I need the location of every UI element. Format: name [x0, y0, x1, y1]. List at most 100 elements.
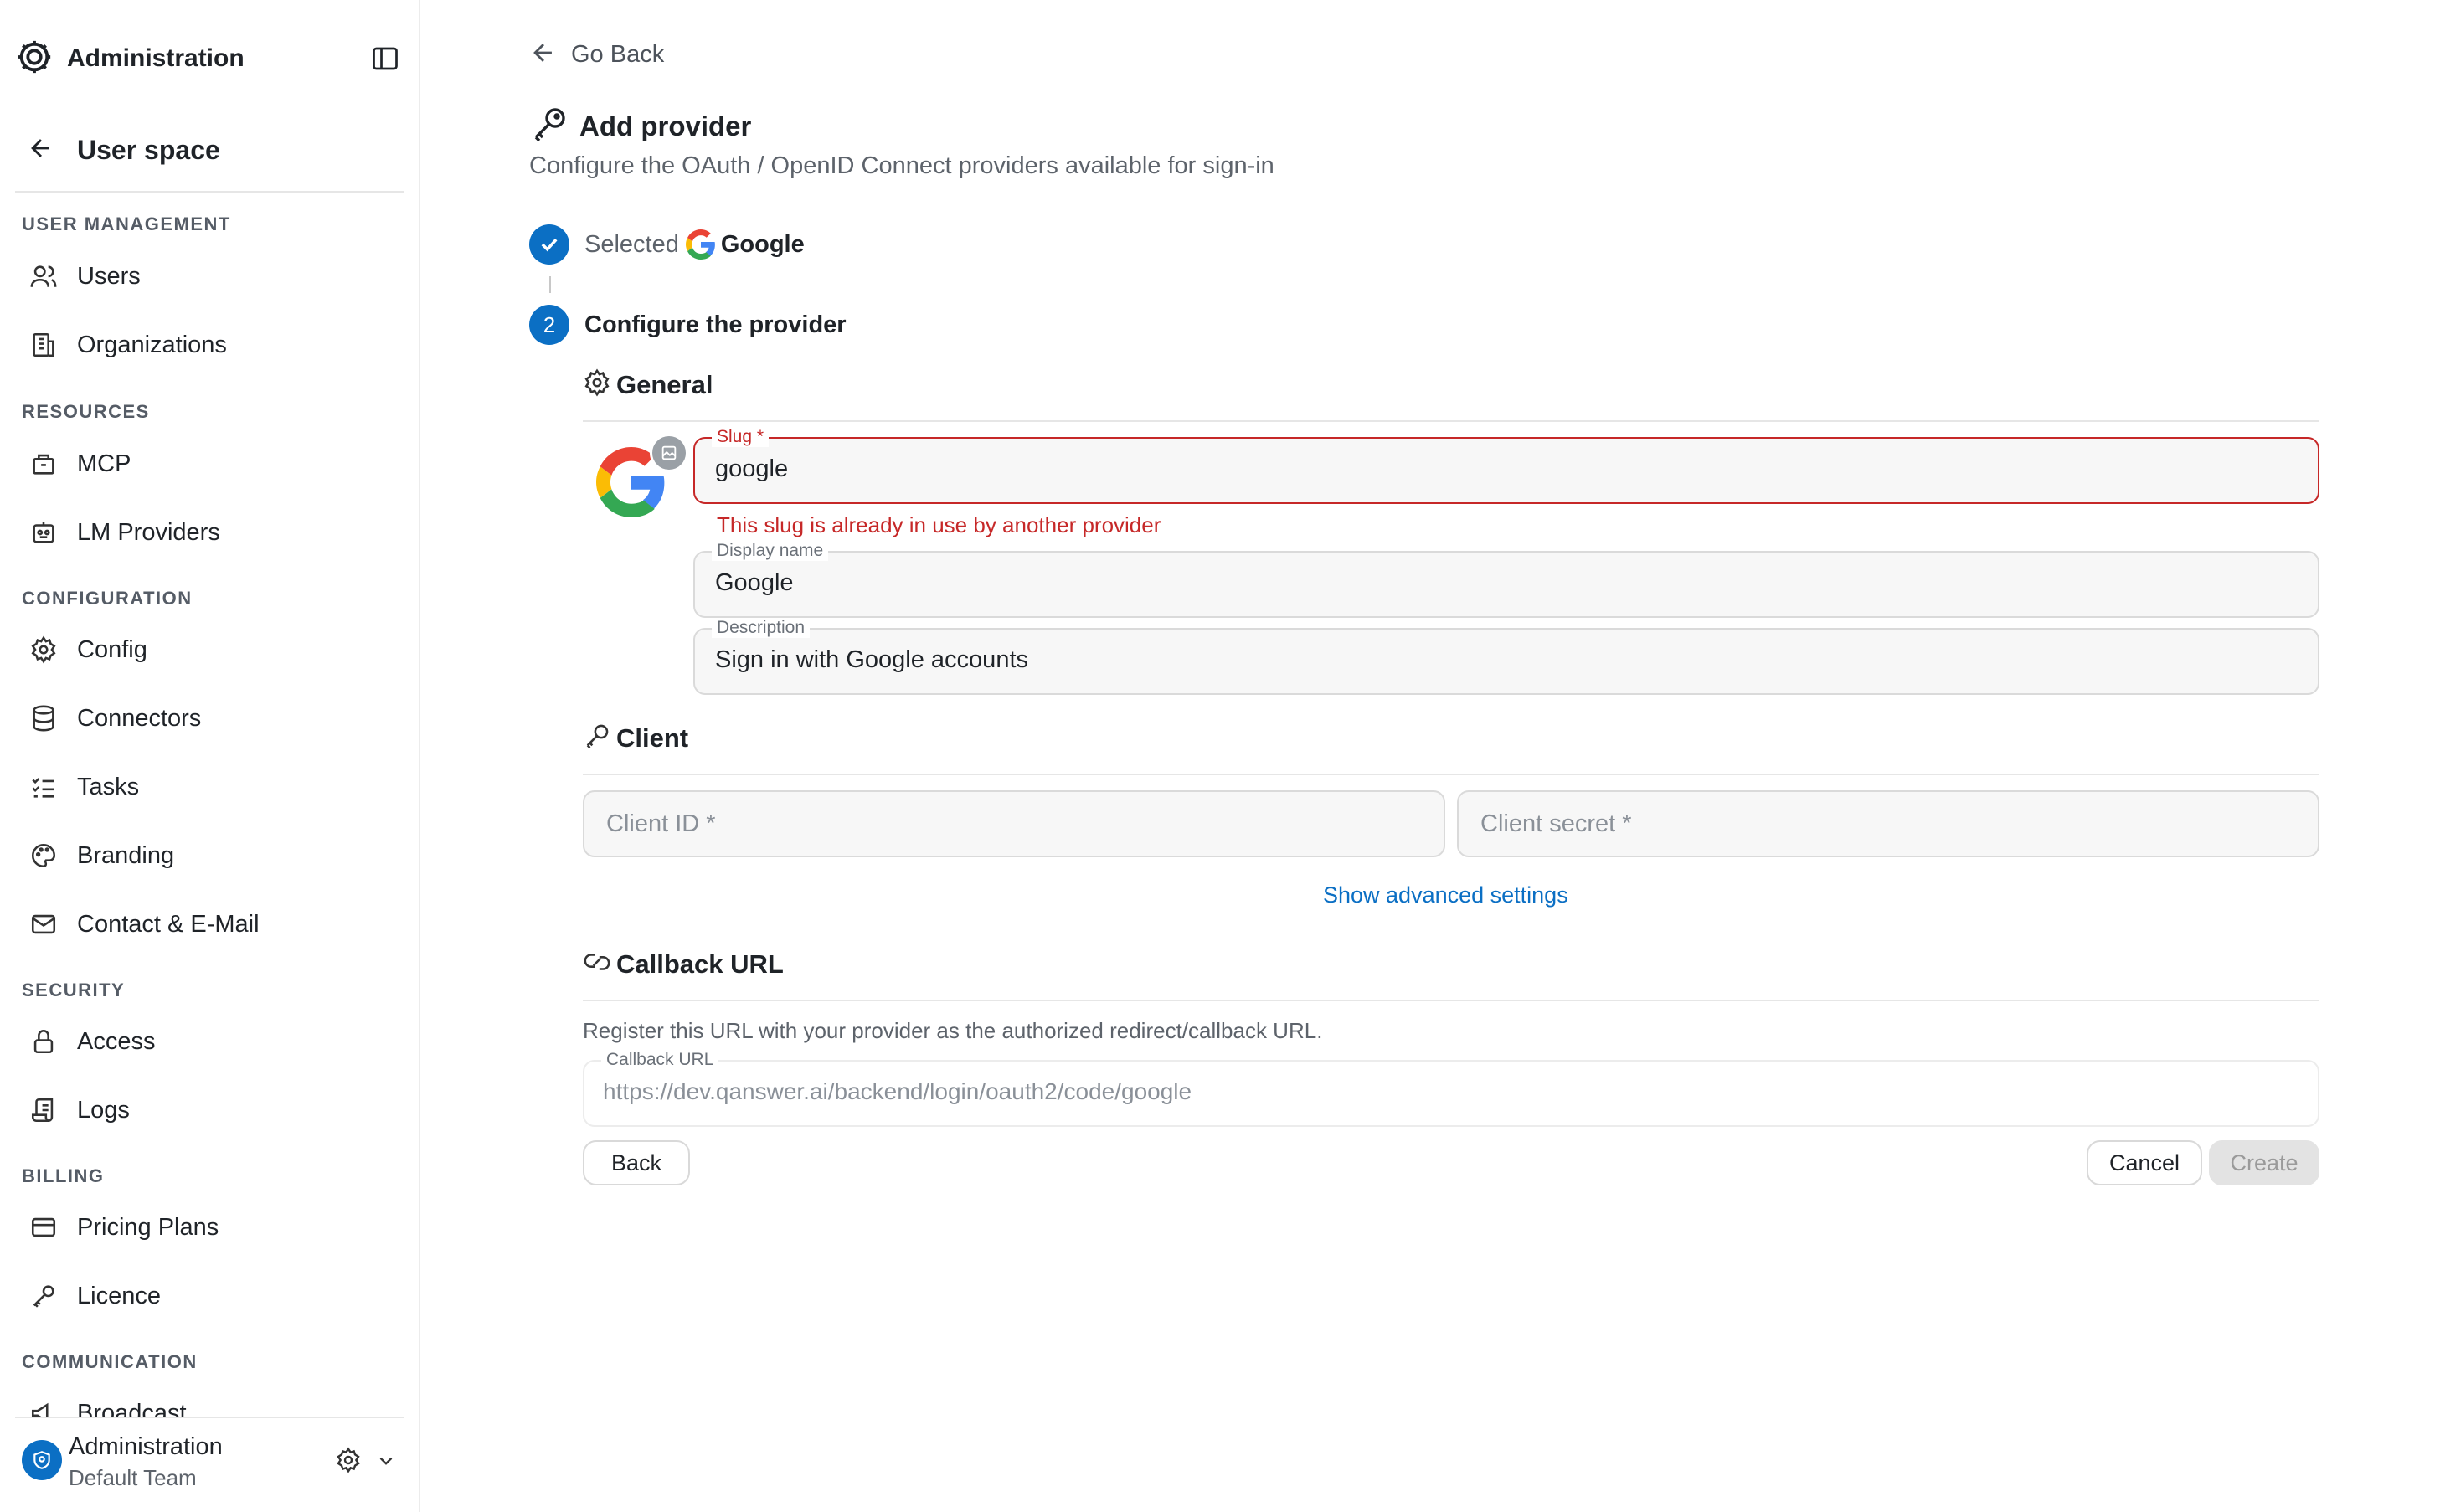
bot-icon	[27, 516, 60, 549]
sidebar-header: Administration	[15, 35, 400, 82]
step-configure-label: Configure the provider	[584, 311, 847, 338]
sidebar-item-users[interactable]: Users	[27, 253, 141, 300]
sidebar-item-branding[interactable]: Branding	[27, 832, 174, 879]
step-configure: 2 Configure the provider	[529, 305, 847, 345]
callback-url-field[interactable]: Callback URL https://dev.qanswer.ai/back…	[583, 1050, 2319, 1127]
sidebar-item-licence[interactable]: Licence	[27, 1273, 161, 1319]
check-icon	[529, 224, 569, 265]
sidebar-item-label: Contact & E-Mail	[77, 910, 260, 938]
key-icon	[583, 722, 611, 754]
description-label: Description	[712, 618, 811, 638]
sidebar-title: Administration	[67, 44, 245, 72]
display-name-value: Google	[715, 569, 794, 596]
callback-url-value: https://dev.qanswer.ai/backend/login/oau…	[603, 1078, 1192, 1104]
key-icon	[27, 1279, 60, 1313]
section-client: Client	[583, 722, 688, 754]
step-selected[interactable]: Selected Google	[529, 224, 805, 265]
sidebar-item-pricing-plans[interactable]: Pricing Plans	[27, 1204, 219, 1251]
link-icon	[583, 948, 611, 980]
sidebar-item-logs[interactable]: Logs	[27, 1087, 130, 1134]
main-content: Go Back Add provider Configure the OAuth…	[420, 0, 2440, 1512]
sidebar-item-label: Organizations	[77, 331, 227, 358]
section-callback-title: Callback URL	[616, 949, 784, 979]
section-security: SECURITY	[22, 980, 126, 1000]
key-icon	[529, 104, 569, 148]
client-secret-placeholder: Client secret *	[1480, 810, 1632, 837]
divider	[15, 191, 404, 193]
section-general: General	[583, 368, 713, 401]
sidebar-item-label: Users	[77, 262, 141, 290]
client-id-input[interactable]: Client ID *	[583, 790, 1445, 857]
section-callback: Callback URL	[583, 948, 784, 980]
arrow-left-icon	[529, 39, 558, 71]
sidebar-item-organizations[interactable]: Organizations	[27, 321, 227, 368]
client-id-placeholder: Client ID *	[606, 810, 716, 837]
slug-label: Slug *	[712, 427, 770, 447]
sidebar-item-contact-email[interactable]: Contact & E-Mail	[27, 901, 260, 948]
divider	[583, 774, 2319, 775]
settings-gear-icon[interactable]	[335, 1447, 362, 1478]
sidebar-item-connectors[interactable]: Connectors	[27, 695, 201, 742]
image-edit-icon[interactable]	[650, 434, 688, 472]
sidebar-item-access[interactable]: Access	[27, 1018, 155, 1065]
sidebar-item-label: MCP	[77, 450, 131, 477]
sidebar-toggle-icon[interactable]	[370, 44, 400, 74]
mail-icon	[27, 908, 60, 941]
go-back-link[interactable]: Go Back	[529, 39, 664, 71]
section-communication: COMMUNICATION	[22, 1351, 198, 1372]
description-value: Sign in with Google accounts	[715, 646, 1028, 673]
create-button[interactable]: Create	[2209, 1140, 2319, 1185]
google-logo-icon	[685, 229, 716, 260]
divider	[583, 420, 2319, 422]
team-name: Default Team	[69, 1465, 197, 1490]
chevron-down-icon[interactable]	[375, 1450, 397, 1476]
sidebar-item-label: Pricing Plans	[77, 1213, 219, 1241]
callback-description: Register this URL with your provider as …	[583, 1018, 1323, 1043]
database-icon	[27, 702, 60, 735]
arrow-left-icon	[27, 134, 55, 167]
cancel-button[interactable]: Cancel	[2087, 1140, 2202, 1185]
description-field[interactable]: Description Sign in with Google accounts	[693, 618, 2319, 695]
display-name-field[interactable]: Display name Google	[693, 541, 2319, 618]
back-to-user-space[interactable]: User space	[27, 134, 220, 167]
sidebar-item-config[interactable]: Config	[27, 626, 147, 673]
sidebar-item-label: LM Providers	[77, 518, 220, 546]
section-configuration: CONFIGURATION	[22, 588, 193, 609]
slug-field[interactable]: Slug * google	[693, 427, 2319, 504]
sidebar-item-label: Connectors	[77, 704, 202, 732]
back-label: User space	[77, 135, 220, 165]
users-icon	[27, 260, 60, 293]
sidebar-item-mcp[interactable]: MCP	[27, 440, 131, 487]
sidebar-item-label: Tasks	[77, 773, 140, 800]
sidebar-item-tasks[interactable]: Tasks	[27, 764, 139, 810]
sidebar-item-label: Branding	[77, 841, 175, 869]
step-selected-label: Selected	[584, 230, 679, 258]
page-subtitle: Configure the OAuth / OpenID Connect pro…	[529, 152, 1274, 179]
show-advanced-settings-link[interactable]: Show advanced settings	[1323, 882, 1568, 908]
team-avatar-shield-icon	[22, 1440, 62, 1480]
sidebar-item-label: Licence	[77, 1282, 161, 1309]
sidebar-item-label: Config	[77, 635, 147, 663]
sidebar-item-lm-providers[interactable]: LM Providers	[27, 509, 220, 556]
provider-logo-upload[interactable]	[595, 434, 688, 522]
sidebar-item-label: Logs	[77, 1096, 130, 1124]
step-connector	[549, 276, 551, 293]
credit-card-icon	[27, 1211, 60, 1244]
back-button[interactable]: Back	[583, 1140, 690, 1185]
gear-icon	[583, 368, 611, 401]
app-root: Administration User space USER MANAGEMEN…	[0, 0, 2440, 1512]
selected-provider-name: Google	[720, 230, 805, 258]
gear-icon	[27, 633, 60, 666]
sidebar: Administration User space USER MANAGEMEN…	[0, 0, 420, 1512]
team-switcher[interactable]: Administration Default Team	[0, 1418, 419, 1512]
scroll-icon	[27, 1093, 60, 1127]
sidebar-item-label: Access	[77, 1027, 156, 1055]
slug-error-message: This slug is already in use by another p…	[717, 512, 1161, 537]
display-name-label: Display name	[712, 541, 829, 561]
page-title-text: Add provider	[579, 110, 752, 141]
package-icon	[27, 447, 60, 481]
client-secret-input[interactable]: Client secret *	[1457, 790, 2319, 857]
section-client-title: Client	[616, 723, 689, 753]
admin-gear-logo-icon	[15, 38, 54, 80]
section-user-management: USER MANAGEMENT	[22, 213, 231, 234]
